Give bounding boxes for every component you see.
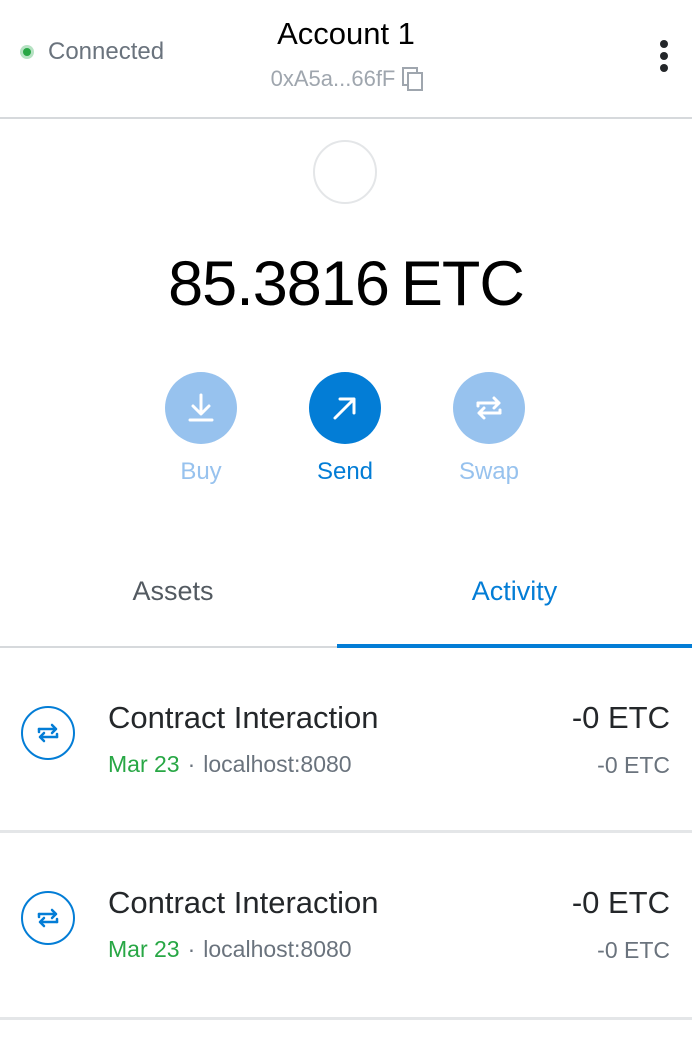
arrow-up-right-icon [333, 397, 356, 420]
transaction-origin: localhost:8080 [203, 936, 352, 962]
transaction-type-icon [37, 908, 59, 928]
buy-circle [165, 372, 237, 444]
swap-arrows-icon [21, 706, 75, 760]
account-identicon [313, 140, 377, 204]
transaction-origin: localhost:8080 [203, 751, 352, 777]
menu-dot [660, 52, 668, 60]
transaction-date: Mar 23 [108, 751, 180, 777]
account-address[interactable]: 0xA5a...66fF [0, 66, 692, 92]
transaction-separator: · [187, 751, 196, 777]
transaction-secondary-amount: -0 ETC [597, 752, 670, 778]
transaction-amount: -0 ETC [571, 700, 670, 735]
buy-button[interactable]: Buy [141, 372, 261, 486]
swap-circle [453, 372, 525, 444]
menu-dot [660, 64, 668, 72]
balance-amount: 85.3816 [168, 249, 390, 319]
asset-activity-tabs: Assets Activity [0, 548, 692, 648]
send-button[interactable]: Send [285, 372, 405, 486]
balance-display: 85.3816 ETC [0, 248, 692, 320]
account-header: Connected Account 1 0xA5a...66fF [0, 0, 692, 119]
transaction-list-item[interactable]: Contract Interaction Mar 23 · localhost:80… [0, 648, 692, 833]
swap-arrows-icon [21, 891, 75, 945]
transaction-secondary-amount: -0 ETC [597, 937, 670, 963]
send-label: Send [316, 458, 374, 485]
transaction-title: Contract Interaction [108, 700, 379, 735]
buy-label: Buy [180, 458, 222, 485]
account-name[interactable]: Account 1 [0, 16, 692, 52]
menu-dot [660, 40, 668, 48]
transaction-list-item[interactable]: Contract Interaction Mar 23 · localhost:80… [0, 833, 692, 1020]
tab-assets[interactable]: Assets [0, 548, 346, 646]
transaction-amount: -0 ETC [571, 885, 670, 920]
download-icon [188, 393, 214, 422]
transaction-type-icon [37, 723, 59, 743]
balance-unit: ETC [400, 249, 525, 319]
wallet-actions: Buy Send Swap [0, 372, 692, 492]
send-circle [309, 372, 381, 444]
copy-icon[interactable] [401, 66, 425, 92]
transaction-separator: · [187, 936, 196, 962]
transaction-date: Mar 23 [108, 936, 180, 962]
account-address-text: 0xA5a...66fF [270, 66, 396, 91]
transaction-subtitle: Mar 23 · localhost:8080 [108, 751, 352, 778]
swap-arrows-icon [476, 396, 502, 420]
transaction-title: Contract Interaction [108, 885, 379, 920]
swap-button[interactable]: Swap [429, 372, 549, 486]
tab-activity[interactable]: Activity [337, 548, 692, 648]
account-options-menu-icon[interactable] [650, 36, 678, 76]
swap-label: Swap [458, 458, 520, 485]
transaction-subtitle: Mar 23 · localhost:8080 [108, 936, 352, 963]
